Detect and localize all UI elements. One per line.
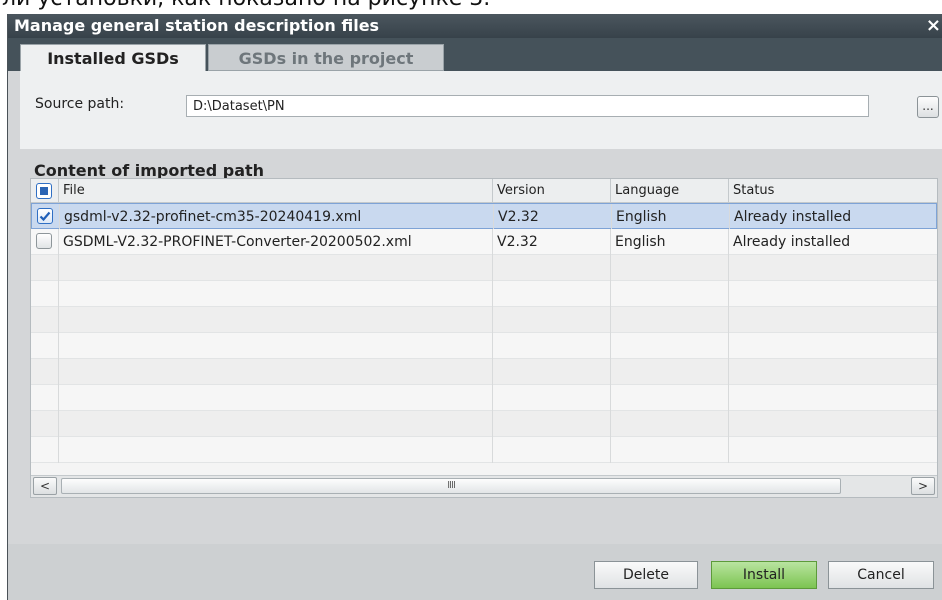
dialog-footer: Delete Install Cancel bbox=[8, 544, 942, 600]
dialog-title-bar: Manage general station description files… bbox=[8, 14, 942, 38]
tab-strip: Installed GSDs GSDs in the project bbox=[8, 38, 942, 71]
cell-file: gsdml-v2.32-profinet-cm35-20240419.xml bbox=[60, 204, 494, 230]
source-path-panel: Source path: D:\Dataset\PN ... bbox=[20, 71, 942, 149]
row-select-cell bbox=[31, 229, 59, 255]
gsd-file-table: File Version Language Status gsdml-v2.32… bbox=[30, 178, 938, 498]
tab-gsds-in-project[interactable]: GSDs in the project bbox=[208, 44, 444, 71]
select-all-checkbox[interactable] bbox=[36, 183, 52, 199]
empty-row bbox=[31, 281, 937, 307]
row-checkbox[interactable] bbox=[36, 233, 52, 249]
install-button[interactable]: Install bbox=[711, 561, 817, 589]
background-caption: ли установки, как показано на рисунке 3. bbox=[2, 0, 490, 11]
row-select-cell bbox=[32, 204, 60, 230]
header-select-cell bbox=[31, 179, 59, 203]
empty-row bbox=[31, 255, 937, 281]
source-path-input[interactable]: D:\Dataset\PN bbox=[186, 95, 869, 117]
dialog-title: Manage general station description files bbox=[14, 16, 380, 35]
empty-row bbox=[31, 333, 937, 359]
browse-button[interactable]: ... bbox=[917, 96, 939, 118]
table-row[interactable]: GSDML-V2.32-PROFINET-Converter-20200502.… bbox=[31, 229, 937, 255]
close-icon[interactable]: × bbox=[926, 14, 941, 38]
table-header: File Version Language Status bbox=[31, 179, 937, 203]
scroll-right-icon[interactable]: > bbox=[911, 477, 935, 495]
empty-row bbox=[31, 437, 937, 463]
empty-row bbox=[31, 385, 937, 411]
cell-version: V2.32 bbox=[494, 204, 612, 230]
scroll-left-icon[interactable]: < bbox=[33, 477, 57, 495]
empty-row bbox=[31, 411, 937, 437]
cell-status: Already installed bbox=[733, 234, 851, 250]
empty-row bbox=[31, 307, 937, 333]
column-header-file[interactable]: File bbox=[59, 179, 493, 203]
cell-status: Already installed bbox=[734, 209, 852, 225]
cancel-button[interactable]: Cancel bbox=[828, 561, 934, 589]
empty-row bbox=[31, 359, 937, 385]
column-header-version[interactable]: Version bbox=[493, 179, 611, 203]
cell-language: English bbox=[611, 229, 729, 255]
tab-installed-gsds[interactable]: Installed GSDs bbox=[20, 44, 206, 71]
source-path-label: Source path: bbox=[35, 96, 125, 112]
cell-file: GSDML-V2.32-PROFINET-Converter-20200502.… bbox=[59, 229, 493, 255]
cell-language: English bbox=[612, 204, 730, 230]
scroll-thumb[interactable]: IIII bbox=[61, 478, 841, 494]
table-row[interactable]: gsdml-v2.32-profinet-cm35-20240419.xml V… bbox=[31, 203, 937, 230]
column-header-language[interactable]: Language bbox=[611, 179, 729, 203]
cell-version: V2.32 bbox=[493, 229, 611, 255]
delete-button[interactable]: Delete bbox=[594, 561, 698, 589]
column-header-status[interactable]: Status bbox=[729, 179, 937, 203]
manage-gsd-dialog: Manage general station description files… bbox=[7, 14, 942, 600]
horizontal-scrollbar[interactable]: < IIII > bbox=[31, 475, 937, 497]
row-checkbox[interactable] bbox=[37, 208, 53, 224]
